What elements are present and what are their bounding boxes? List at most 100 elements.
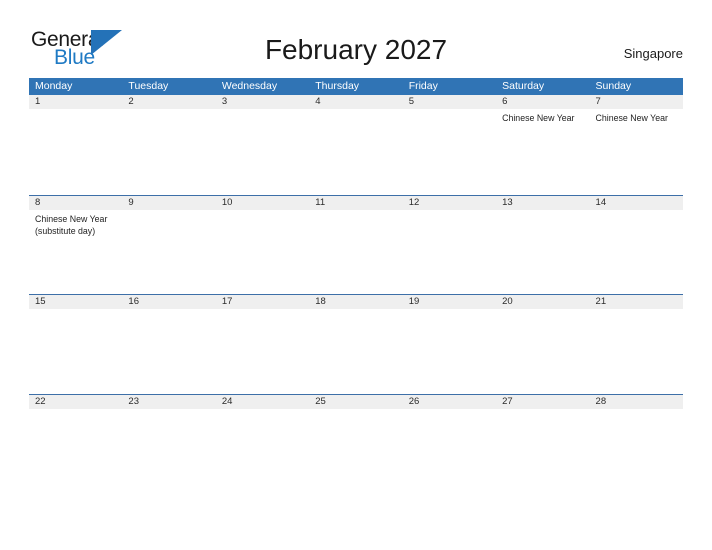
calendar-day-cell[interactable]: 1 xyxy=(29,95,123,195)
day-number: 9 xyxy=(128,196,134,208)
day-number: 24 xyxy=(221,395,233,407)
weekday-header-thursday: Thursday xyxy=(315,80,360,92)
day-number-band: 1 xyxy=(29,95,123,109)
calendar-day-cell[interactable]: 11 xyxy=(309,195,403,294)
calendar-day-cell[interactable]: 23 xyxy=(122,394,216,493)
calendar-day-cell[interactable]: 9 xyxy=(122,195,216,294)
day-number: 8 xyxy=(35,196,41,208)
day-number: 17 xyxy=(221,296,233,307)
calendar-week-row: 15 16 17 18 19 20 21 xyxy=(29,294,683,394)
calendar-day-cell[interactable]: 5 xyxy=(402,95,497,195)
calendar-page: General Blue February 2027 Singapore Mon… xyxy=(0,0,712,550)
day-events xyxy=(216,109,309,112)
calendar-day-cell[interactable]: 26 xyxy=(402,394,497,493)
day-number: 19 xyxy=(408,296,420,307)
weekday-header-saturday: Saturday xyxy=(502,80,545,92)
day-number-band: 27 xyxy=(496,394,590,409)
day-number-band: 7 xyxy=(589,95,683,109)
calendar-day-cell[interactable]: 10 xyxy=(215,195,310,294)
day-number-band: 19 xyxy=(402,295,497,309)
weekday-header-wednesday: Wednesday xyxy=(221,80,278,92)
day-number: 13 xyxy=(502,196,513,208)
calendar-day-cell[interactable]: 3 xyxy=(215,95,310,195)
calendar-day-cell[interactable]: 7 Chinese New Year xyxy=(589,95,683,195)
day-events xyxy=(309,409,402,412)
page-title: February 2027 xyxy=(264,34,448,65)
calendar-day-cell[interactable]: 27 xyxy=(496,394,590,493)
calendar-day-cell[interactable]: 15 xyxy=(29,295,123,394)
day-number: 22 xyxy=(35,395,46,407)
day-events xyxy=(216,409,309,412)
day-number-band: 5 xyxy=(402,95,497,109)
day-number: 4 xyxy=(315,96,321,107)
calendar-day-cell[interactable]: 16 xyxy=(122,295,216,394)
weekday-header-sunday: Sunday xyxy=(595,80,632,92)
day-events xyxy=(590,309,683,312)
day-events xyxy=(403,210,496,213)
day-number: 27 xyxy=(502,395,513,407)
day-number-band: 11 xyxy=(309,195,403,210)
day-events xyxy=(309,109,402,112)
calendar-day-cell[interactable]: 6 Chinese New Year xyxy=(496,95,590,195)
calendar-day-cell[interactable]: 4 xyxy=(309,95,403,195)
calendar-week-row: 8 Chinese New Year (substitute day) 9 10 11 1… xyxy=(29,194,683,294)
calendar-day-cell[interactable]: 2 xyxy=(122,95,216,195)
day-number: 14 xyxy=(595,196,607,208)
day-events xyxy=(309,309,402,312)
day-events xyxy=(122,409,215,412)
calendar-day-cell[interactable]: 19 xyxy=(402,295,497,394)
calendar-day-cell[interactable]: 12 xyxy=(402,195,497,294)
page-header: General Blue February 2027 Singapore xyxy=(0,0,712,78)
day-number: 20 xyxy=(502,296,513,307)
day-events: Chinese New Year xyxy=(496,109,589,124)
day-events xyxy=(29,109,122,112)
calendar-day-cell[interactable]: 14 xyxy=(589,195,683,294)
day-number: 23 xyxy=(128,395,139,407)
calendar-day-cell[interactable]: 25 xyxy=(309,394,403,493)
day-number-band: 23 xyxy=(122,394,216,409)
day-number: 6 xyxy=(502,96,508,107)
calendar-week-row: 1 2 3 4 5 6 Chinese New Year 7 Chinese New Year xyxy=(29,95,683,195)
day-events xyxy=(403,109,496,112)
day-number-band: 13 xyxy=(496,195,590,210)
day-number-band: 6 xyxy=(496,95,590,109)
day-number-band: 10 xyxy=(215,195,310,210)
day-events xyxy=(496,210,589,213)
calendar-day-cell[interactable]: 28 xyxy=(589,394,683,493)
day-number-band: 17 xyxy=(215,295,310,309)
calendar-day-cell[interactable]: 8 Chinese New Year (substitute day) xyxy=(29,195,123,294)
day-number: 3 xyxy=(221,96,228,107)
day-events xyxy=(216,210,309,213)
day-number: 25 xyxy=(315,395,326,407)
day-number-band: 8 xyxy=(29,195,123,210)
calendar-day-cell[interactable]: 22 xyxy=(29,394,123,493)
calendar-day-cell[interactable]: 20 xyxy=(496,295,590,394)
weekday-header-tuesday: Tuesday xyxy=(128,80,169,92)
holiday-event-label: Chinese New Year xyxy=(595,113,668,123)
holiday-event-label: Chinese New Year xyxy=(502,113,575,123)
weekday-header-row: Monday Tuesday Wednesday Thursday Friday… xyxy=(29,78,683,95)
day-number: 7 xyxy=(595,96,601,107)
day-number: 16 xyxy=(128,296,139,307)
day-events xyxy=(590,409,683,412)
calendar-day-cell[interactable]: 21 xyxy=(589,295,683,394)
calendar-day-cell[interactable]: 17 xyxy=(215,295,310,394)
calendar-weeks: 1 2 3 4 5 6 Chinese New Year 7 Chinese New Year 8… xyxy=(29,95,683,493)
calendar-day-cell[interactable]: 18 xyxy=(309,295,403,394)
calendar-day-cell[interactable]: 13 xyxy=(496,195,590,294)
day-number: 12 xyxy=(408,196,420,208)
day-number: 28 xyxy=(595,395,607,407)
day-events xyxy=(122,210,215,213)
calendar-grid: Monday Tuesday Wednesday Thursday Friday… xyxy=(29,78,683,493)
day-events xyxy=(122,109,215,112)
day-number: 21 xyxy=(595,296,607,307)
day-number-band: 20 xyxy=(496,295,590,309)
day-number-band: 24 xyxy=(215,394,310,409)
day-number: 10 xyxy=(221,196,233,208)
day-number-band: 16 xyxy=(122,295,216,309)
day-events xyxy=(309,210,402,213)
day-number: 1 xyxy=(35,96,41,107)
day-number-band: 18 xyxy=(309,295,403,309)
day-number-band: 15 xyxy=(29,295,123,309)
calendar-day-cell[interactable]: 24 xyxy=(215,394,310,493)
